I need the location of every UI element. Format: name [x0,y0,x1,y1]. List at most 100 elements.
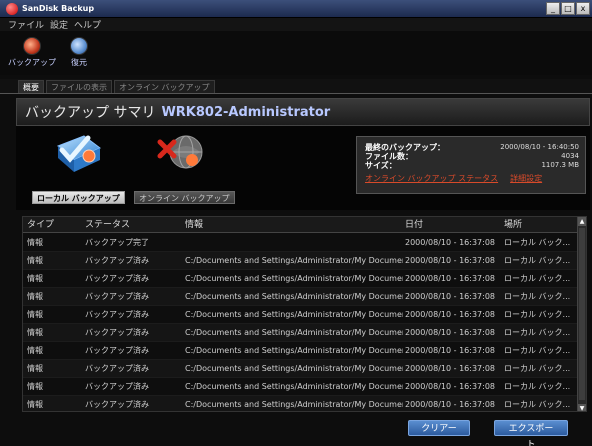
cell-location: ローカル バック... [504,274,571,283]
cell-type: 情報 [27,364,43,373]
cell-info: C:/Documents and Settings/Administrator/… [185,382,403,391]
cell-location: ローカル バック... [504,346,571,355]
window-title: SanDisk Backup [22,4,95,13]
cell-info: C:/Documents and Settings/Administrator/… [185,256,403,265]
cell-status: バックアップ済み [85,364,149,373]
computer-name: WRK802-Administrator [161,104,331,120]
column-header-location[interactable]: 場所 [504,217,576,233]
table-row[interactable]: 情報 バックアップ済み C:/Documents and Settings/Admi… [23,360,578,378]
info-row-files: ファイル数： 4034 [365,152,579,161]
cell-type: 情報 [27,310,43,319]
scroll-down-icon[interactable]: ▼ [578,404,586,411]
cell-date: 2000/08/10 - 16:37:08 [405,256,496,265]
table-scrollbar[interactable]: ▲ ▼ [577,217,586,411]
online-backup-button[interactable]: オンライン バックアップ [134,191,235,204]
cell-date: 2000/08/10 - 16:37:08 [405,238,496,247]
cell-date: 2000/08/10 - 16:37:08 [405,346,496,355]
last-backup-label: 最終のバックアップ： [365,143,445,152]
cell-date: 2000/08/10 - 16:37:08 [405,292,496,301]
table-row[interactable]: 情報 バックアップ済み C:/Documents and Settings/Admi… [23,378,578,396]
online-backup-icon [157,135,203,169]
cell-location: ローカル バック... [504,292,571,301]
clear-button[interactable]: クリアー [408,420,470,436]
cell-location: ローカル バック... [504,328,571,337]
last-backup-value: 2000/08/10 - 16:40:50 [500,143,579,151]
table-row[interactable]: 情報 バックアップ済み C:/Documents and Settings/Admi… [23,306,578,324]
cell-status: バックアップ完了 [85,238,149,247]
cell-info: C:/Documents and Settings/Administrator/… [185,310,403,319]
table-row[interactable]: 情報 バックアップ済み C:/Documents and Settings/Admi… [23,342,578,360]
cell-location: ローカル バック... [504,400,571,409]
table-header: タイプ ステータス 情報 日付 場所 [23,217,578,233]
export-button[interactable]: エクスポート [494,420,568,446]
cell-info: C:/Documents and Settings/Administrator/… [185,292,403,301]
cell-info: C:/Documents and Settings/Administrator/… [185,328,403,337]
tab-overview[interactable]: 概要 [18,80,44,93]
info-row-size: サイズ： 1107.3 MB [365,161,579,170]
scroll-up-icon[interactable]: ▲ [578,217,586,226]
table-row[interactable]: 情報 バックアップ完了 2000/08/10 - 16:37:08 ローカル バック.… [23,234,578,252]
tab-view-files[interactable]: ファイルの表示 [46,80,112,93]
minimize-button[interactable]: _ [546,2,560,15]
cell-info: C:/Documents and Settings/Administrator/… [185,274,403,283]
cell-location: ローカル バック... [504,256,571,265]
table-row[interactable]: 情報 バックアップ済み C:/Documents and Settings/Admi… [23,270,578,288]
cell-type: 情報 [27,256,43,265]
column-header-info[interactable]: 情報 [185,217,403,233]
restore-label: 復元 [71,58,87,67]
cell-location: ローカル バック... [504,310,571,319]
cell-type: 情報 [27,382,43,391]
menu-settings[interactable]: 設定 [50,18,68,31]
title-bar: SanDisk Backup _ □ x [0,0,592,18]
cell-type: 情報 [27,238,43,247]
cell-date: 2000/08/10 - 16:37:08 [405,328,496,337]
column-header-date[interactable]: 日付 [405,217,501,233]
files-value: 4034 [561,152,579,160]
size-label: サイズ： [365,161,397,170]
tab-bar: 概要 ファイルの表示 オンライン バックアップ [0,79,592,94]
restore-icon [70,37,88,55]
cell-date: 2000/08/10 - 16:37:08 [405,274,496,283]
cell-status: バックアップ済み [85,400,149,409]
cell-status: バックアップ済み [85,346,149,355]
summary-panel: ローカル バックアップ オンライン バックアップ 最終のバックアップ： 2000… [16,126,590,210]
cell-status: バックアップ済み [85,274,149,283]
cell-type: 情報 [27,274,43,283]
cell-info: C:/Documents and Settings/Administrator/… [185,346,403,355]
menu-help[interactable]: ヘルプ [74,18,101,31]
menu-file[interactable]: ファイル [8,18,44,31]
maximize-button[interactable]: □ [561,2,575,15]
table-row[interactable]: 情報 バックアップ済み C:/Documents and Settings/Admi… [23,396,578,411]
column-header-status[interactable]: ステータス [85,217,180,233]
backup-icon [23,37,41,55]
scroll-thumb[interactable] [579,228,585,400]
cell-info [185,234,403,252]
table-row[interactable]: 情報 バックアップ済み C:/Documents and Settings/Admi… [23,288,578,306]
detail-settings-link[interactable]: 詳細設定 [510,173,542,184]
cell-status: バックアップ済み [85,292,149,301]
backup-button[interactable]: バックアップ [8,37,56,68]
cell-date: 2000/08/10 - 16:37:08 [405,364,496,373]
cell-status: バックアップ済み [85,328,149,337]
local-backup-button[interactable]: ローカル バックアップ [32,191,125,204]
table-row[interactable]: 情報 バックアップ済み C:/Documents and Settings/Admi… [23,252,578,270]
restore-button[interactable]: 復元 [70,37,88,68]
close-button[interactable]: x [576,2,590,15]
cell-date: 2000/08/10 - 16:37:08 [405,400,496,409]
summary-title: バックアップ サマリ [25,105,156,121]
cell-location: ローカル バック... [504,238,571,247]
column-header-type[interactable]: タイプ [27,217,87,233]
table-row[interactable]: 情報 バックアップ済み C:/Documents and Settings/Admi… [23,324,578,342]
cell-status: バックアップ済み [85,256,149,265]
cell-status: バックアップ済み [85,310,149,319]
cell-type: 情報 [27,400,43,409]
files-label: ファイル数： [365,152,413,161]
online-status-link[interactable]: オンライン バックアップ ステータス [365,173,498,184]
backup-label: バックアップ [8,58,56,67]
cell-location: ローカル バック... [504,382,571,391]
tab-online-backup[interactable]: オンライン バックアップ [114,80,215,93]
cell-type: 情報 [27,328,43,337]
window-controls: _ □ x [546,2,590,15]
app-icon [6,2,18,15]
cell-location: ローカル バック... [504,364,571,373]
